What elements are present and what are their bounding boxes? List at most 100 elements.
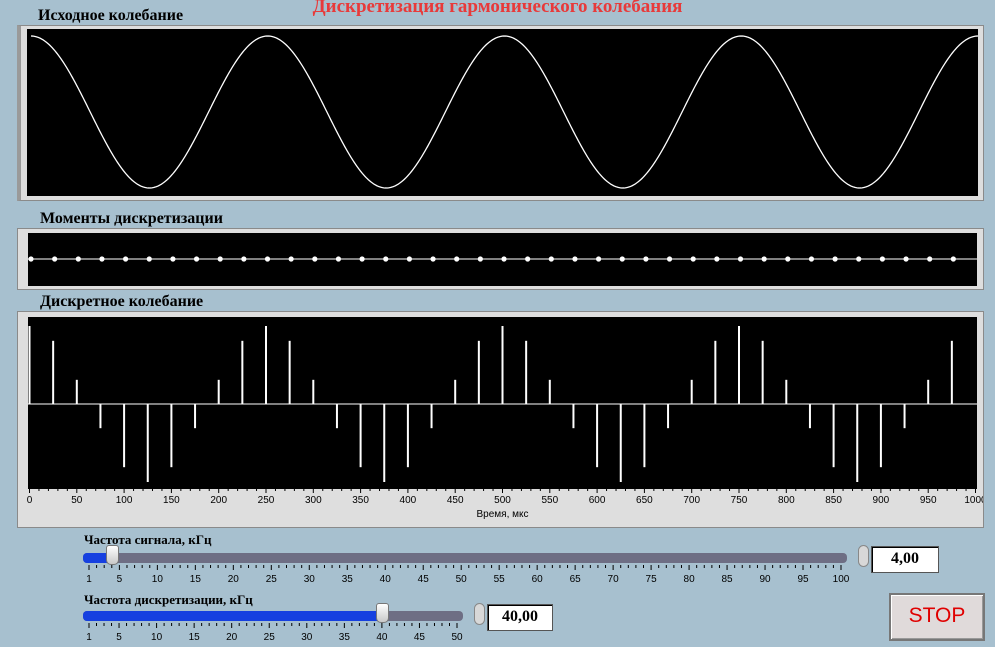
slider-tick-label: 55 <box>494 574 506 585</box>
sampling-moment-point <box>477 256 483 262</box>
discrete-tick-label: 750 <box>731 495 748 506</box>
discrete-tick-label: 0 <box>27 495 33 506</box>
discrete-tick-label: 100 <box>116 495 133 506</box>
original-wave-line <box>30 35 978 189</box>
slider-tick-label: 65 <box>570 574 582 585</box>
signal-frequency-track[interactable] <box>83 553 847 563</box>
sampling-moment-point <box>454 256 460 262</box>
slider-tick-label: 95 <box>797 574 809 585</box>
sampling-moment-point <box>950 256 956 262</box>
sampling-moment-point <box>737 256 744 262</box>
discrete-tick-label: 850 <box>825 495 842 506</box>
slider-tick-label: 35 <box>342 574 354 585</box>
sampling-moment-point <box>28 256 34 262</box>
sampling-moment-point <box>359 256 365 262</box>
discrete-tick-label: 700 <box>683 495 700 506</box>
slider-tick-label: 45 <box>414 632 426 643</box>
slider-tick-label: 10 <box>151 632 163 643</box>
slider-tick-label: 80 <box>684 574 696 585</box>
slider-tick-label: 75 <box>646 574 658 585</box>
sampling-moment-point <box>761 256 767 262</box>
slider-tick-label: 5 <box>116 632 122 643</box>
discrete-signal-graph: 0 50 100 150 200 250 300 350 400 450 500 550 600 650 7… <box>17 311 984 528</box>
sampling-moment-point <box>808 256 815 262</box>
sampling-moments-graph <box>17 228 984 290</box>
slider-tick-label: 20 <box>228 574 240 585</box>
sampling-moments-svg <box>28 256 977 262</box>
original-wave-label: Исходное колебание <box>38 7 184 24</box>
sampling-moments-label: Моменты дискретизации <box>40 210 223 227</box>
sampling-frequency-fill <box>83 611 382 621</box>
sampling-moment-point <box>264 256 271 262</box>
slider-tick-label: 5 <box>117 574 123 585</box>
slider-tick-label: 20 <box>226 632 238 643</box>
sampling-moment-point <box>430 256 436 262</box>
sampling-moment-point <box>312 256 318 262</box>
discrete-tick-label: 600 <box>589 495 606 506</box>
sampling-moment-point <box>193 256 200 262</box>
sampling-moment-point <box>856 256 862 262</box>
sampling-moment-point <box>217 256 223 262</box>
slider-tick-label: 90 <box>759 574 771 585</box>
slider-tick-label: 1 <box>86 574 92 585</box>
sampling-frequency-label: Частота дискретизации, кГц <box>84 592 253 607</box>
slider-tick-label: 1 <box>86 632 92 643</box>
sampling-moment-point <box>501 256 507 262</box>
stop-button[interactable]: STOP <box>889 593 985 641</box>
sampling-moment-point <box>170 256 176 262</box>
original-wave-graph <box>17 25 984 201</box>
signal-frequency-spinner[interactable] <box>858 545 869 567</box>
discrete-tick-label: 50 <box>71 495 83 506</box>
sampling-moment-point <box>927 256 933 262</box>
discrete-tick-label: 1000 <box>964 495 983 506</box>
slider-tick-label: 85 <box>721 574 733 585</box>
signal-frequency-thumb[interactable] <box>105 545 119 565</box>
sampling-moment-point <box>548 256 554 262</box>
slider-tick-label: 30 <box>304 574 316 585</box>
discrete-tick-label: 450 <box>447 495 464 506</box>
sampling-moment-point <box>288 256 294 262</box>
sampling-moment-point <box>690 256 696 262</box>
sampling-frequency-thumb[interactable] <box>375 603 389 623</box>
original-wave-plot-area <box>27 29 978 196</box>
discrete-tick-label: 950 <box>920 495 937 506</box>
sampling-frequency-scale: 1 5 10 15 20 25 30 35 40 45 50 <box>86 623 463 643</box>
discrete-tick-label: 250 <box>258 495 275 506</box>
sampling-moment-point <box>525 256 531 262</box>
slider-tick-label: 45 <box>418 574 430 585</box>
slider-tick-label: 60 <box>532 574 544 585</box>
sampling-frequency-track[interactable] <box>83 611 463 621</box>
sampling-moment-point <box>619 256 625 262</box>
discrete-tick-label: 900 <box>873 495 890 506</box>
discrete-x-axis-label: Время, мкс <box>476 509 528 520</box>
sampling-moment-point <box>75 256 81 262</box>
discrete-tick-label: 650 <box>636 495 653 506</box>
sampling-moment-point <box>241 256 247 262</box>
sampling-moment-point <box>99 256 105 262</box>
signal-frequency-label: Частота сигнала, кГц <box>84 532 212 547</box>
sampling-moment-point <box>903 256 909 262</box>
discrete-tick-label: 800 <box>778 495 795 506</box>
sampling-moment-point <box>666 256 673 262</box>
slider-tick-label: 70 <box>608 574 620 585</box>
sampling-frequency-value[interactable]: 40,00 <box>487 604 553 631</box>
slider-tick-label: 30 <box>301 632 313 643</box>
slider-tick-label: 40 <box>380 574 392 585</box>
sampling-moment-point <box>832 256 838 262</box>
sampling-moment-point <box>52 256 58 262</box>
slider-tick-label: 100 <box>833 574 850 585</box>
sampling-moment-point <box>879 256 886 262</box>
sampling-moment-point <box>596 256 602 262</box>
slider-tick-label: 35 <box>339 632 351 643</box>
signal-frequency-scale: 1 5 10 15 20 25 30 35 40 45 50 55 60 65 70 75 80 85 90 95 10… <box>86 565 850 585</box>
discrete-tick-label: 200 <box>210 495 227 506</box>
slider-tick-label: 50 <box>451 632 463 643</box>
signal-frequency-value[interactable]: 4,00 <box>871 546 939 573</box>
sampling-frequency-spinner[interactable] <box>474 603 485 625</box>
original-wave-svg <box>30 35 978 189</box>
slider-tick-label: 25 <box>264 632 276 643</box>
slider-tick-label: 25 <box>266 574 278 585</box>
discrete-tick-label: 400 <box>400 495 417 506</box>
discrete-tick-label: 300 <box>305 495 322 506</box>
discrete-tick-label: 150 <box>163 495 180 506</box>
